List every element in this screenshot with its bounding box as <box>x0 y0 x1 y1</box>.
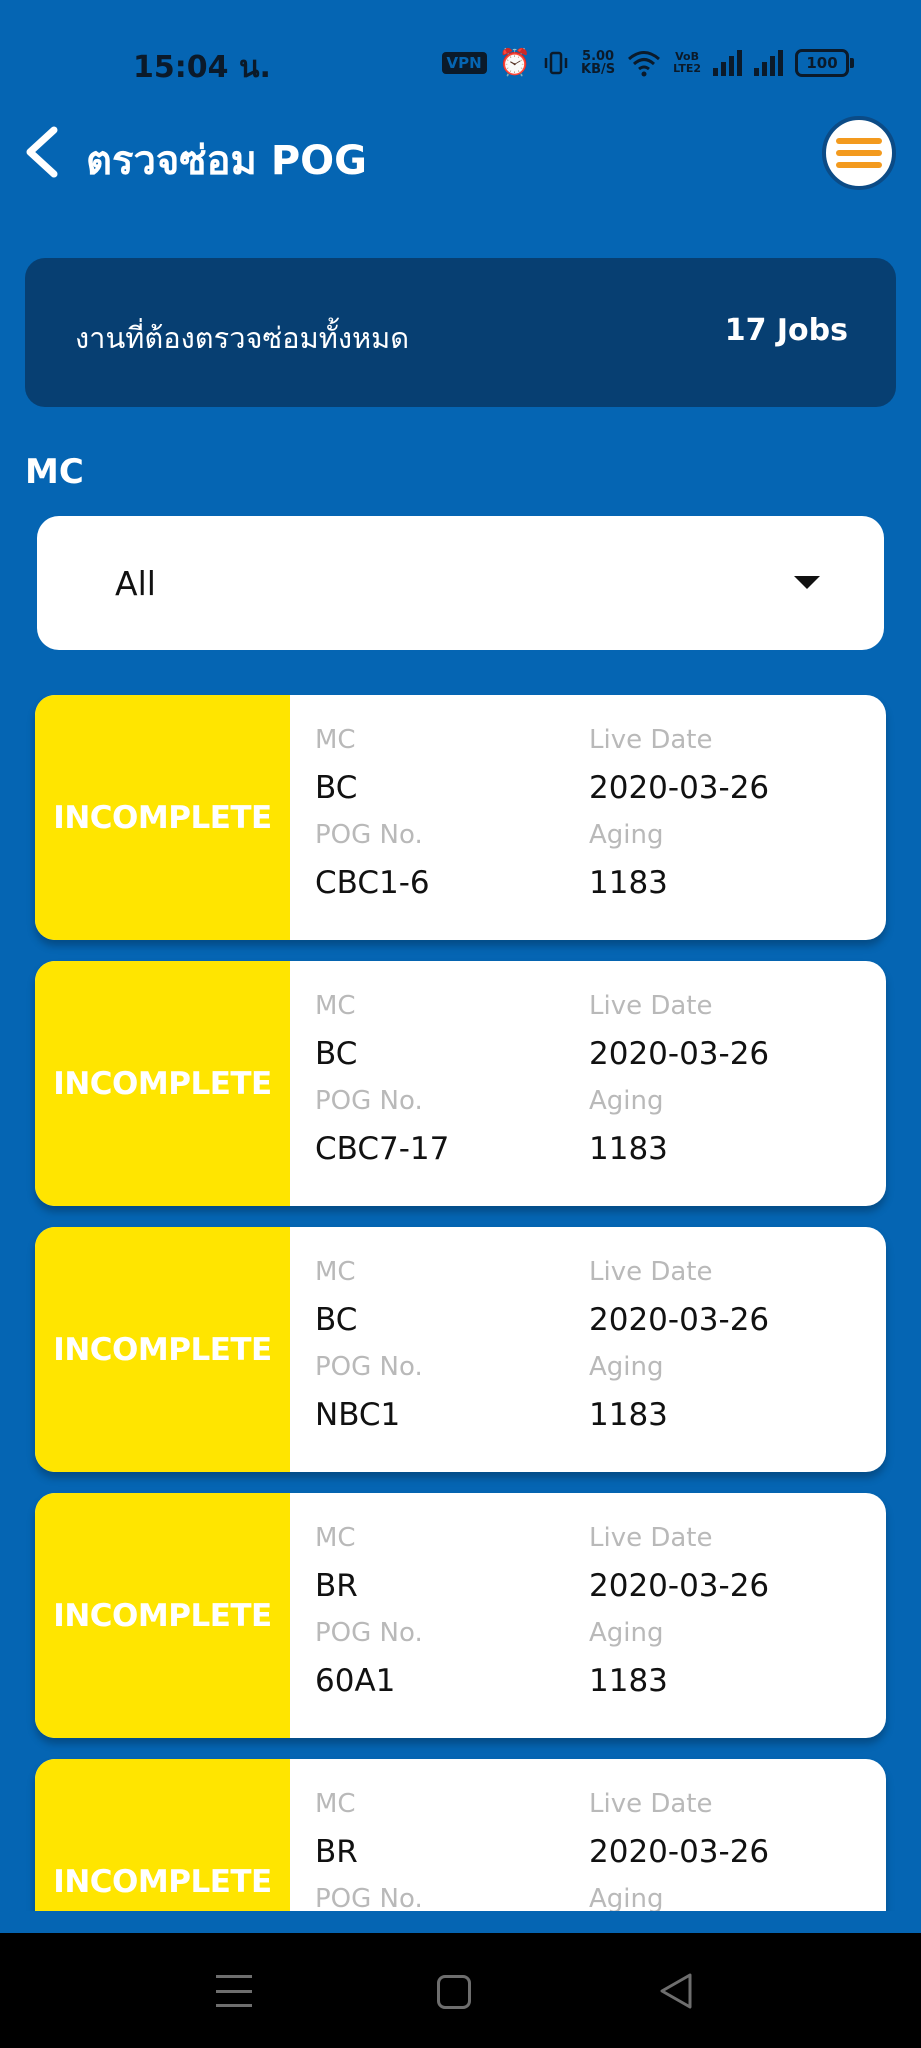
network-speed: 5.00 KB/S <box>581 50 615 76</box>
recents-icon <box>216 1975 252 1978</box>
live-date-label: Live Date <box>589 1789 713 1819</box>
pog-no-value: 60A1 <box>315 1663 396 1699</box>
recent-apps-button[interactable] <box>216 1975 252 2007</box>
mc-filter-label: MC <box>25 452 84 492</box>
live-date-label: Live Date <box>589 725 713 755</box>
wifi-icon <box>628 51 661 77</box>
chevron-left-icon <box>26 126 58 178</box>
mc-value: BR <box>315 1834 358 1870</box>
pog-no-label: POG No. <box>315 1352 423 1382</box>
volte-icon: VoB LTE2 <box>673 51 701 75</box>
mc-filter-value: All <box>115 564 156 603</box>
pog-no-label: POG No. <box>315 820 423 850</box>
live-date-value: 2020-03-26 <box>589 1834 770 1870</box>
pog-no-value: CBC1-6 <box>315 865 430 901</box>
aging-value: 1183 <box>589 1397 668 1433</box>
speed-unit: KB/S <box>581 62 616 77</box>
job-status-badge: INCOMPLETE <box>35 1493 290 1738</box>
aging-value: 1183 <box>589 1131 668 1167</box>
signal-icon-2 <box>754 50 783 76</box>
pog-no-label: POG No. <box>315 1618 423 1648</box>
status-time: 15:04 น. <box>133 50 271 85</box>
home-button[interactable] <box>437 1975 471 2009</box>
mc-label: MC <box>315 1257 356 1287</box>
pog-no-value: NBC1 <box>315 1397 401 1433</box>
job-card[interactable]: INCOMPLETE MC BC POG No. CBC7-17 Live Da… <box>35 961 886 1206</box>
job-status: INCOMPLETE <box>53 1331 272 1368</box>
live-date-value: 2020-03-26 <box>589 1302 770 1338</box>
menu-button[interactable] <box>822 116 896 190</box>
pog-no-label: POG No. <box>315 1884 423 1911</box>
job-status-badge: INCOMPLETE <box>35 695 290 940</box>
recents-line <box>216 2004 252 2007</box>
pog-no-value: CBC7-17 <box>315 1131 450 1167</box>
live-date-value: 2020-03-26 <box>589 1036 770 1072</box>
status-bar: 15:04 น. VPN ⏰ 5.00 KB/S VoB LTE2 100 <box>0 0 921 120</box>
mc-value: BR <box>315 1568 358 1604</box>
pog-no-label: POG No. <box>315 1086 423 1116</box>
volte-bottom: LTE2 <box>673 62 701 75</box>
mc-filter-dropdown[interactable]: All <box>37 516 884 650</box>
job-status-badge: INCOMPLETE <box>35 961 290 1206</box>
caret-down-icon <box>794 576 820 589</box>
job-card[interactable]: INCOMPLETE MC BC POG No. CBC1-6 Live Dat… <box>35 695 886 940</box>
menu-line <box>836 150 882 156</box>
job-status: INCOMPLETE <box>53 1863 272 1900</box>
job-status: INCOMPLETE <box>53 1065 272 1102</box>
job-card[interactable]: INCOMPLETE MC BR POG No. 60A1 Live Date … <box>35 1493 886 1738</box>
live-date-value: 2020-03-26 <box>589 770 770 806</box>
total-jobs-count: 17 Jobs <box>724 313 848 348</box>
aging-label: Aging <box>589 1352 664 1382</box>
live-date-label: Live Date <box>589 991 713 1021</box>
job-status: INCOMPLETE <box>53 799 272 836</box>
total-jobs-banner: งานที่ต้องตรวจซ่อมทั้งหมด 17 Jobs <box>25 258 896 407</box>
vibrate-icon <box>544 51 568 75</box>
mc-label: MC <box>315 1523 356 1553</box>
job-status-badge: INCOMPLETE <box>35 1759 290 1911</box>
system-back-button[interactable] <box>656 1971 696 2011</box>
total-jobs-label: งานที่ต้องตรวจซ่อมทั้งหมด <box>75 321 410 355</box>
battery-icon: 100 <box>795 49 854 77</box>
page-title: ตรวจซ่อม POG <box>86 138 367 184</box>
aging-label: Aging <box>589 1086 664 1116</box>
job-status-badge: INCOMPLETE <box>35 1227 290 1472</box>
mc-value: BC <box>315 770 358 806</box>
signal-icon-1 <box>713 50 742 76</box>
aging-value: 1183 <box>589 1663 668 1699</box>
recents-line <box>216 1989 252 1993</box>
job-list[interactable]: INCOMPLETE MC BC POG No. CBC1-6 Live Dat… <box>0 695 921 1911</box>
aging-label: Aging <box>589 1618 664 1648</box>
mc-value: BC <box>315 1302 358 1338</box>
hamburger-menu-icon <box>836 138 882 144</box>
back-button[interactable] <box>20 124 68 180</box>
mc-label: MC <box>315 991 356 1021</box>
aging-label: Aging <box>589 820 664 850</box>
status-icons: VPN ⏰ 5.00 KB/S VoB LTE2 100 <box>441 46 854 80</box>
mc-label: MC <box>315 1789 356 1819</box>
job-card[interactable]: INCOMPLETE MC BR POG No. Live Date 2020-… <box>35 1759 886 1911</box>
aging-value: 1183 <box>589 865 668 901</box>
vpn-icon: VPN <box>441 52 487 74</box>
aging-label: Aging <box>589 1884 664 1911</box>
system-nav-bar <box>0 1933 921 2048</box>
job-status: INCOMPLETE <box>53 1597 272 1634</box>
live-date-value: 2020-03-26 <box>589 1568 770 1604</box>
mc-value: BC <box>315 1036 358 1072</box>
triangle-back-icon <box>660 1973 692 2009</box>
job-card[interactable]: INCOMPLETE MC BC POG No. NBC1 Live Date … <box>35 1227 886 1472</box>
live-date-label: Live Date <box>589 1257 713 1287</box>
menu-line <box>836 162 882 168</box>
live-date-label: Live Date <box>589 1523 713 1553</box>
mc-label: MC <box>315 725 356 755</box>
alarm-icon: ⏰ <box>498 48 532 78</box>
